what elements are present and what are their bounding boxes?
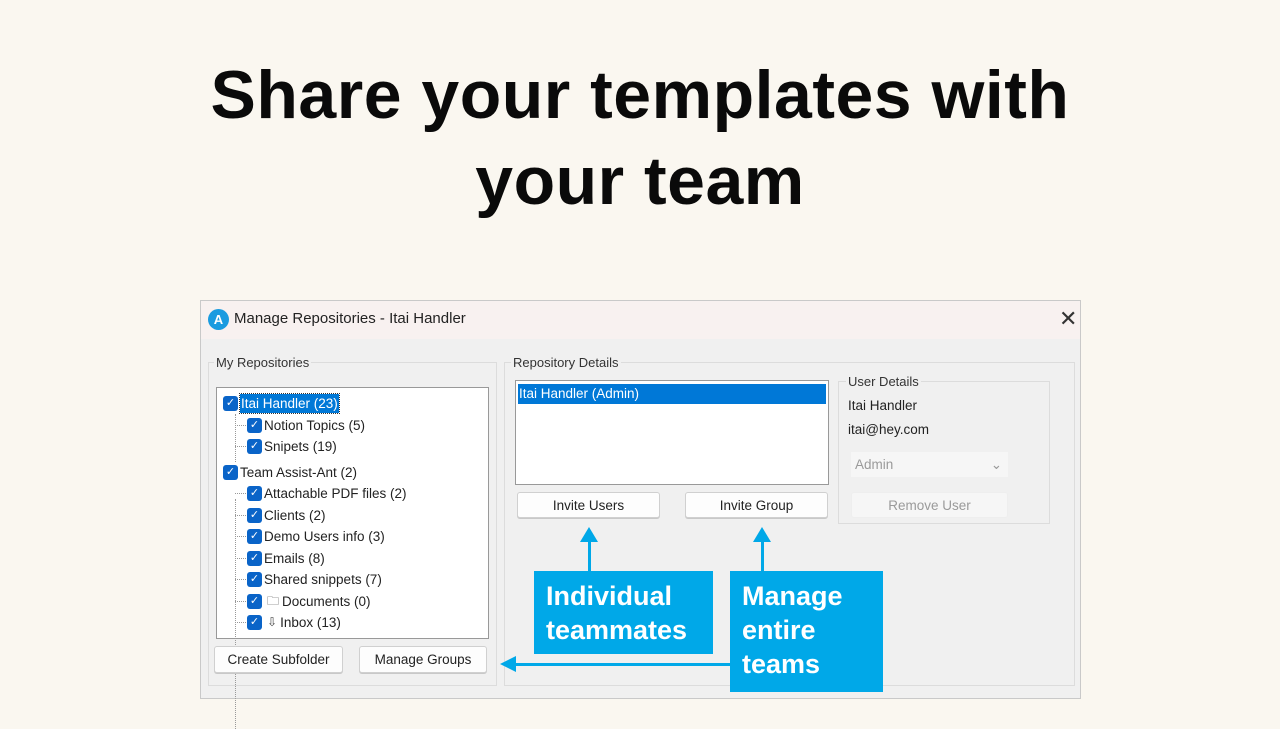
tree-item-label: Clients (2) bbox=[264, 507, 326, 523]
folder-icon: 🗀 bbox=[267, 593, 280, 608]
manage-groups-button[interactable]: Manage Groups bbox=[359, 646, 487, 673]
checkbox[interactable]: ✓ bbox=[223, 396, 238, 411]
tree-item-label: Shared snippets (7) bbox=[264, 572, 382, 587]
app-icon: A bbox=[208, 309, 229, 330]
checkbox[interactable]: ✓ bbox=[247, 486, 262, 501]
repository-tree[interactable]: ✓ Itai Handler (23) ✓ Notion Topics (5) ✓ Sni… bbox=[216, 387, 489, 729]
tree-item[interactable]: ✓ Clients (2) bbox=[235, 505, 326, 526]
tree-item[interactable]: ✓ ⇩ Inbox (13) bbox=[235, 612, 341, 633]
tree-item[interactable]: ✓ Attachable PDF files (2) bbox=[235, 483, 407, 504]
invite-users-button[interactable]: Invite Users bbox=[517, 492, 660, 518]
user-name: Itai Handler bbox=[848, 398, 918, 413]
checkbox[interactable]: ✓ bbox=[247, 507, 262, 523]
user-details-label: User Details bbox=[846, 374, 921, 389]
tree-connector bbox=[235, 579, 246, 580]
create-subfolder-button[interactable]: Create Subfolder bbox=[214, 646, 343, 673]
tree-item-label: Inbox (13) bbox=[280, 615, 341, 630]
checkbox[interactable]: ✓ bbox=[247, 572, 262, 587]
user-email: itai@hey.com bbox=[848, 422, 929, 437]
tree-connector bbox=[235, 414, 236, 462]
callout-individual-teammates: Individual teammates bbox=[534, 571, 713, 654]
checkbox[interactable]: ✓ bbox=[247, 417, 262, 433]
tree-item[interactable]: ✓ Shared snippets (7) bbox=[235, 569, 382, 590]
my-repositories-label: My Repositories bbox=[214, 355, 312, 370]
tree-item-label: Itai Handler (23) bbox=[239, 393, 340, 414]
checkbox[interactable]: ✓ bbox=[247, 615, 262, 630]
tree-connector bbox=[235, 600, 246, 602]
checkbox[interactable]: ✓ bbox=[247, 593, 262, 609]
close-icon[interactable]: ✕ bbox=[1059, 307, 1077, 331]
invite-group-button[interactable]: Invite Group bbox=[685, 492, 828, 518]
tree-item[interactable]: ✓ Team Assist-Ant (2) bbox=[223, 462, 357, 483]
tree-item-label: Demo Users info (3) bbox=[264, 529, 385, 544]
checkbox[interactable]: ✓ bbox=[223, 464, 238, 480]
tree-item-label: Team Assist-Ant (2) bbox=[240, 464, 358, 480]
tree-connector bbox=[235, 499, 236, 729]
role-dropdown[interactable]: Admin ⌄ bbox=[851, 452, 1008, 477]
remove-user-button[interactable]: Remove User bbox=[851, 492, 1008, 518]
tree-connector bbox=[235, 493, 246, 494]
tree-item[interactable]: ✓ 🗀 Documents (0) bbox=[235, 591, 371, 612]
tree-item-label: Emails (8) bbox=[264, 550, 325, 566]
tree-connector bbox=[235, 536, 246, 537]
window-title: Manage Repositories - Itai Handler bbox=[234, 310, 466, 327]
tree-connector bbox=[235, 514, 246, 516]
tree-item[interactable]: ✓ Emails (8) bbox=[235, 548, 325, 569]
tree-connector bbox=[235, 557, 246, 559]
tree-item-label: Documents (0) bbox=[282, 593, 371, 609]
list-item[interactable]: Itai Handler (Admin) bbox=[518, 384, 826, 404]
tree-item-label: Notion Topics (5) bbox=[264, 417, 366, 433]
chevron-down-icon: ⌄ bbox=[990, 457, 1002, 472]
arrow-head-left bbox=[500, 656, 516, 672]
title-bar: A Manage Repositories - Itai Handler ✕ bbox=[201, 301, 1080, 339]
arrow-to-invite-users bbox=[588, 540, 591, 572]
tree-connector bbox=[235, 622, 246, 623]
tree-item[interactable]: ✓ Snipets (19) bbox=[235, 436, 337, 457]
headline: Share your templates with your team bbox=[210, 57, 1070, 219]
checkbox[interactable]: ✓ bbox=[247, 529, 262, 544]
tree-connector bbox=[235, 446, 246, 447]
repository-details-label: Repository Details bbox=[511, 355, 621, 370]
callout-manage-entire-teams: Manage entire teams bbox=[730, 571, 883, 692]
tree-connector bbox=[235, 424, 246, 426]
arrow-to-manage-groups bbox=[514, 663, 731, 666]
checkbox[interactable]: ✓ bbox=[247, 550, 262, 566]
repository-users-list[interactable]: Itai Handler (Admin) bbox=[515, 380, 829, 485]
tree-item[interactable]: ✓ Notion Topics (5) bbox=[235, 415, 366, 436]
tree-item[interactable]: ✓ Demo Users info (3) bbox=[235, 526, 385, 547]
checkbox[interactable]: ✓ bbox=[247, 439, 262, 454]
inbox-icon: ⇩ bbox=[267, 615, 278, 629]
tree-item-label: Attachable PDF files (2) bbox=[264, 486, 407, 501]
tree-item[interactable]: ✓ Itai Handler (23) bbox=[223, 393, 340, 414]
arrow-head-up bbox=[753, 527, 771, 542]
arrow-to-invite-group bbox=[761, 540, 764, 572]
tree-item-label: Snipets (19) bbox=[264, 439, 337, 454]
arrow-head-up bbox=[580, 527, 598, 542]
